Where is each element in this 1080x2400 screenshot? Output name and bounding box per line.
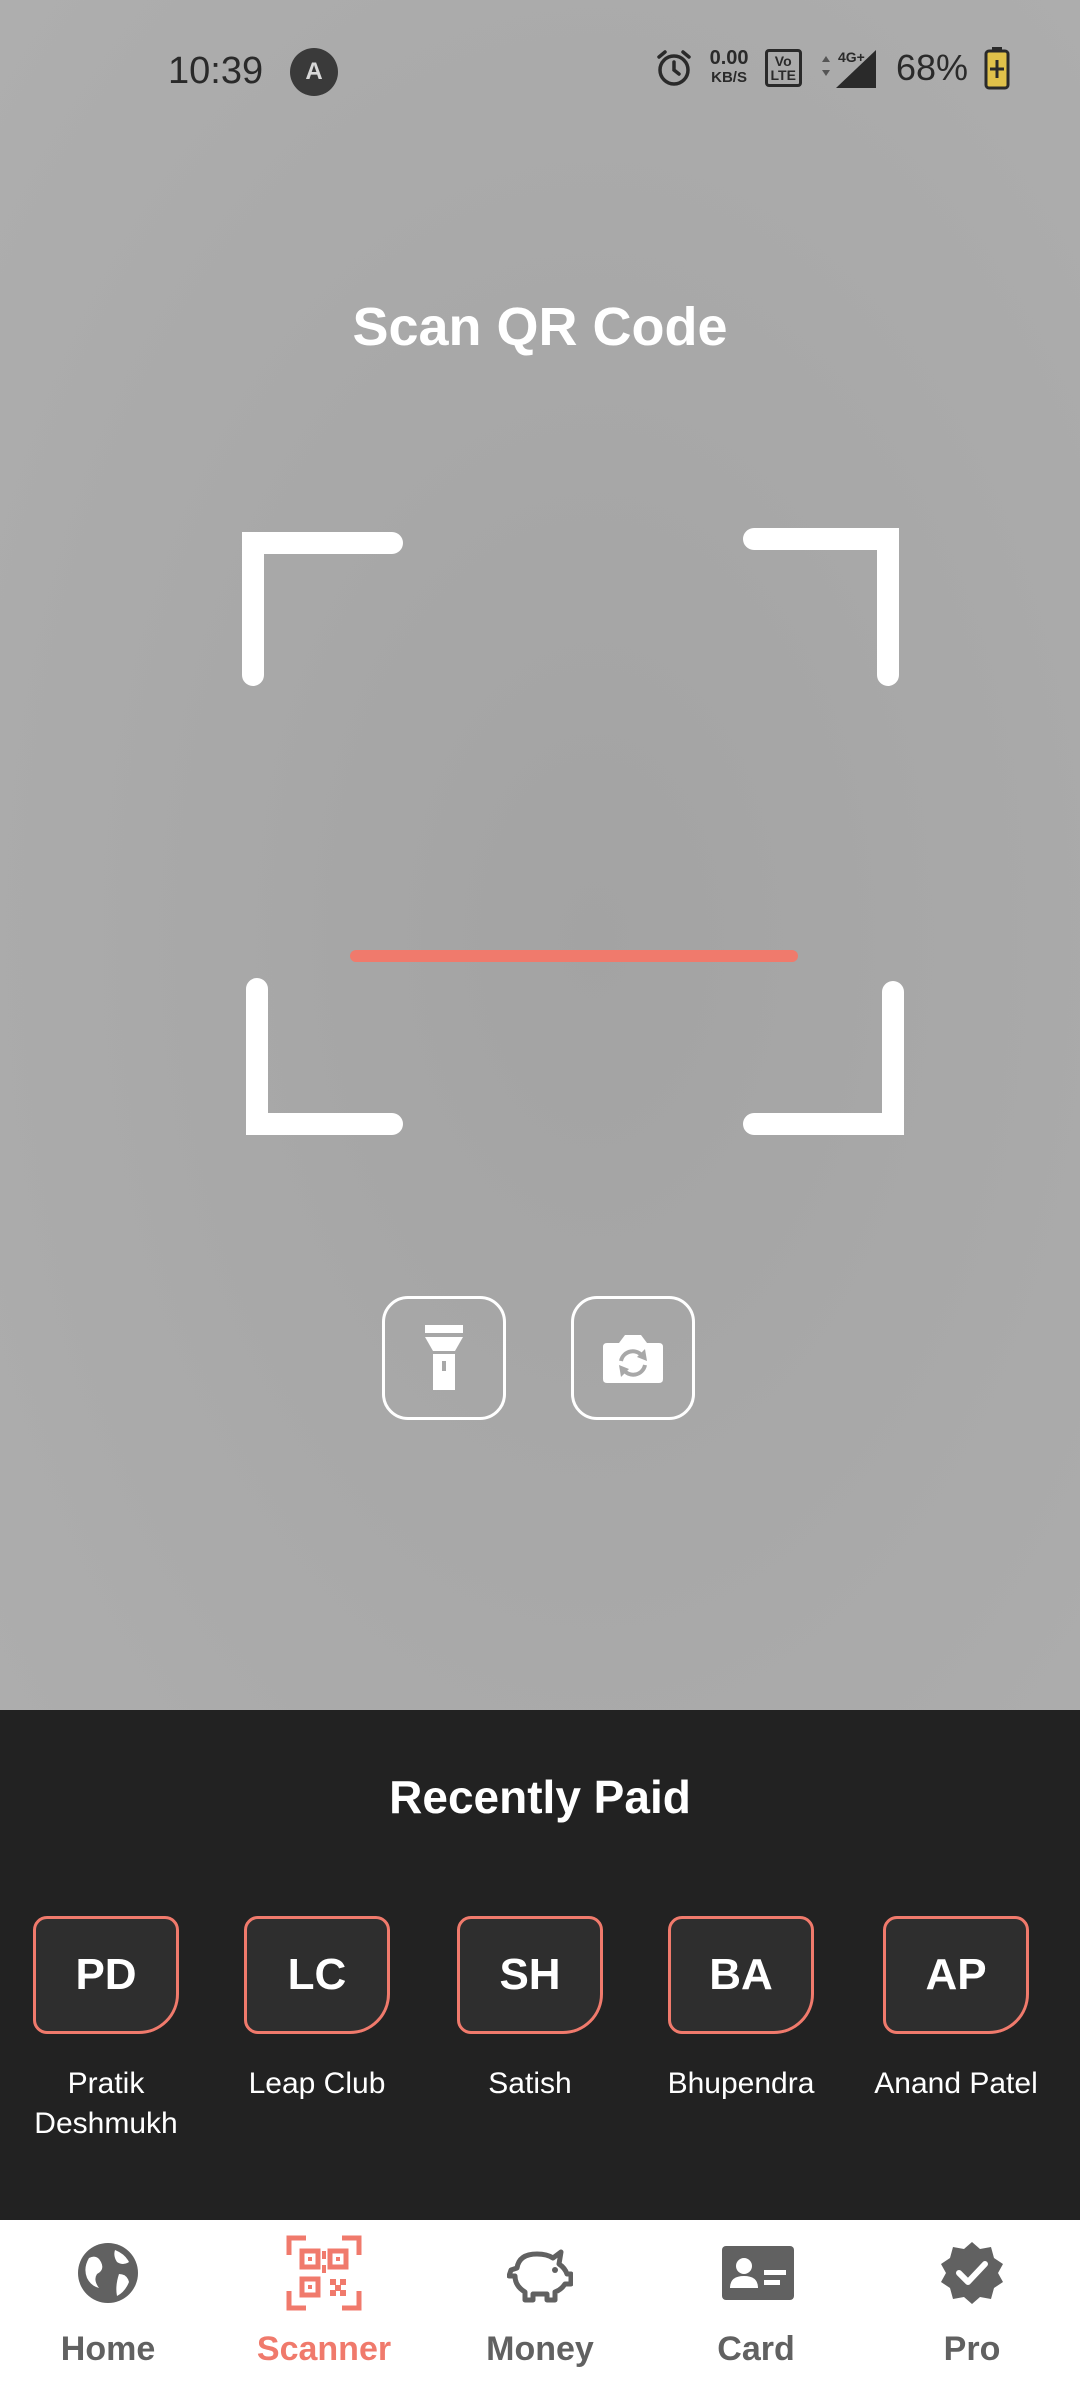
bottom-navigation: Home Scanner Money Card Pro <box>0 2220 1080 2400</box>
contact-avatar: SH <box>457 1916 603 2034</box>
recent-contact[interactable]: SH Satish <box>430 1916 630 2104</box>
nav-item-pro[interactable]: Pro <box>864 2220 1080 2400</box>
scan-corner-bottom-right <box>743 981 904 1135</box>
globe-icon <box>78 2243 138 2303</box>
recent-contact[interactable]: LC Leap Club <box>217 1916 417 2104</box>
contact-avatar: BA <box>668 1916 814 2034</box>
scan-corner-bottom-left <box>246 978 403 1135</box>
scan-line <box>350 950 798 962</box>
scan-corner-top-left <box>242 532 403 686</box>
scan-corner-top-right <box>743 528 899 686</box>
qr-scanner-icon <box>286 2235 362 2311</box>
contact-name-line2: Deshmukh <box>34 2107 178 2140</box>
contact-avatar: AP <box>883 1916 1029 2034</box>
recent-contact[interactable]: PD Pratik Deshmukh <box>6 1916 206 2144</box>
nav-label-home: Home <box>60 2330 156 2368</box>
verified-badge-icon <box>941 2242 1003 2304</box>
nav-label-scanner: Scanner <box>256 2330 392 2368</box>
contact-avatar: PD <box>33 1916 179 2034</box>
nav-item-card[interactable]: Card <box>648 2220 864 2400</box>
nav-label-pro: Pro <box>943 2330 1001 2368</box>
flashlight-button[interactable] <box>382 1296 506 1420</box>
contact-name-line1: Pratik <box>67 2067 145 2100</box>
nav-item-scanner[interactable]: Scanner <box>216 2220 432 2400</box>
contact-name: Bhupendra <box>667 2067 815 2100</box>
id-card-icon <box>722 2246 794 2300</box>
recently-paid-panel: Recently Paid PD Pratik Deshmukh LC Leap… <box>0 1710 1080 2220</box>
recent-contact[interactable]: AP Anand Patel <box>856 1916 1056 2104</box>
nav-label-card: Card <box>717 2330 795 2368</box>
scan-frame <box>242 528 904 1135</box>
nav-label-money: Money <box>486 2330 594 2368</box>
contact-name: Satish <box>488 2067 572 2100</box>
contact-name: Anand Patel <box>874 2067 1038 2100</box>
nav-item-home[interactable]: Home <box>0 2220 216 2400</box>
contact-name: Pratik Deshmukh <box>6 2064 206 2144</box>
nav-item-money[interactable]: Money <box>432 2220 648 2400</box>
recently-paid-title: Recently Paid <box>389 1771 691 1823</box>
piggy-bank-icon <box>507 2249 573 2303</box>
recent-contact[interactable]: BA Bhupendra <box>641 1916 841 2104</box>
contact-avatar: LC <box>244 1916 390 2034</box>
contact-name: Leap Club <box>248 2067 386 2100</box>
flip-camera-icon <box>603 1335 663 1383</box>
flashlight-icon <box>425 1325 463 1390</box>
flip-camera-button[interactable] <box>571 1296 695 1420</box>
